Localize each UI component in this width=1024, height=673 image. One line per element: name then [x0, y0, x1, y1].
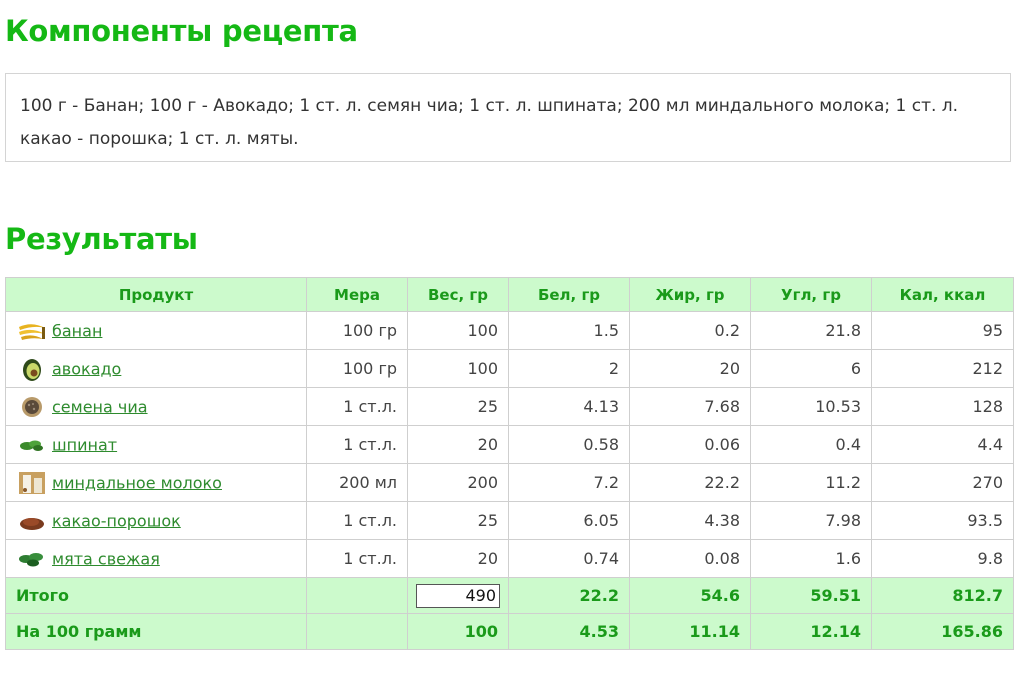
product-link-chia[interactable]: семена чиа	[52, 397, 148, 416]
col-header-carbs: Угл, гр	[750, 277, 872, 312]
per-100g-weight: 100	[407, 613, 509, 650]
recipe-components-heading: Компоненты рецепта	[5, 14, 358, 48]
col-header-weight: Вес, гр	[407, 277, 509, 312]
banana-icon	[16, 319, 48, 343]
mint-icon	[16, 547, 48, 571]
per-100g-carbs: 12.14	[750, 613, 872, 650]
fat-cell: 0.06	[629, 425, 751, 464]
weight-cell: 100	[407, 311, 509, 350]
kcal-cell: 9.8	[871, 539, 1014, 578]
fat-cell: 22.2	[629, 463, 751, 502]
col-header-protein: Бел, гр	[508, 277, 630, 312]
measure-cell: 100 гр	[306, 311, 408, 350]
carbs-cell: 6	[750, 349, 872, 388]
product-link-avocado[interactable]: авокадо	[52, 359, 121, 378]
almond-milk-icon	[16, 471, 48, 495]
per-100g-protein: 4.53	[508, 613, 630, 650]
nutrition-table: Продукт Мера Вес, гр Бел, гр Жир, гр Угл…	[5, 277, 1014, 650]
total-kcal: 812.7	[871, 577, 1014, 614]
avocado-icon	[16, 357, 48, 381]
protein-cell: 0.74	[508, 539, 630, 578]
table-row: авокадо 100 гр 100 2 20 6 212	[5, 349, 1014, 388]
kcal-cell: 95	[871, 311, 1014, 350]
weight-cell: 100	[407, 349, 509, 388]
product-cell: шпинат	[5, 425, 307, 464]
total-weight-input[interactable]	[416, 583, 500, 608]
product-link-spinach[interactable]: шпинат	[52, 435, 117, 454]
per-100g-label: На 100 грамм	[5, 613, 307, 650]
table-row: семена чиа 1 ст.л. 25 4.13 7.68 10.53 12…	[5, 387, 1014, 426]
carbs-cell: 1.6	[750, 539, 872, 578]
kcal-cell: 93.5	[871, 501, 1014, 540]
protein-cell: 1.5	[508, 311, 630, 350]
per-100g-kcal: 165.86	[871, 613, 1014, 650]
weight-cell: 25	[407, 387, 509, 426]
product-link-banana[interactable]: банан	[52, 321, 102, 340]
product-cell: миндальное молоко	[5, 463, 307, 502]
carbs-cell: 10.53	[750, 387, 872, 426]
measure-cell: 100 гр	[306, 349, 408, 388]
weight-cell: 200	[407, 463, 509, 502]
fat-cell: 20	[629, 349, 751, 388]
total-label: Итого	[5, 577, 307, 614]
product-cell: авокадо	[5, 349, 307, 388]
per-100g-row: На 100 грамм 100 4.53 11.14 12.14 165.86	[5, 613, 1014, 650]
kcal-cell: 128	[871, 387, 1014, 426]
chia-seeds-icon	[16, 395, 48, 419]
product-link-almond-milk[interactable]: миндальное молоко	[52, 473, 222, 492]
kcal-cell: 212	[871, 349, 1014, 388]
table-header-row: Продукт Мера Вес, гр Бел, гр Жир, гр Угл…	[5, 277, 1014, 312]
table-row: шпинат 1 ст.л. 20 0.58 0.06 0.4 4.4	[5, 425, 1014, 464]
protein-cell: 4.13	[508, 387, 630, 426]
results-heading: Результаты	[5, 222, 198, 256]
weight-cell: 20	[407, 425, 509, 464]
col-header-product: Продукт	[5, 277, 307, 312]
carbs-cell: 0.4	[750, 425, 872, 464]
table-row: банан 100 гр 100 1.5 0.2 21.8 95	[5, 311, 1014, 350]
fat-cell: 0.2	[629, 311, 751, 350]
carbs-cell: 7.98	[750, 501, 872, 540]
cocoa-powder-icon	[16, 509, 48, 533]
total-row: Итого 22.2 54.6 59.51 812.7	[5, 577, 1014, 614]
measure-cell: 200 мл	[306, 463, 408, 502]
measure-cell: 1 ст.л.	[306, 425, 408, 464]
total-fat: 54.6	[629, 577, 751, 614]
product-cell: банан	[5, 311, 307, 350]
col-header-fat: Жир, гр	[629, 277, 751, 312]
product-link-mint[interactable]: мята свежая	[52, 549, 160, 568]
product-cell: мята свежая	[5, 539, 307, 578]
carbs-cell: 11.2	[750, 463, 872, 502]
carbs-cell: 21.8	[750, 311, 872, 350]
weight-cell: 25	[407, 501, 509, 540]
protein-cell: 0.58	[508, 425, 630, 464]
per-100g-measure-cell	[306, 613, 408, 650]
weight-cell: 20	[407, 539, 509, 578]
protein-cell: 2	[508, 349, 630, 388]
fat-cell: 4.38	[629, 501, 751, 540]
table-row: миндальное молоко 200 мл 200 7.2 22.2 11…	[5, 463, 1014, 502]
total-carbs: 59.51	[750, 577, 872, 614]
table-row: мята свежая 1 ст.л. 20 0.74 0.08 1.6 9.8	[5, 539, 1014, 578]
measure-cell: 1 ст.л.	[306, 539, 408, 578]
total-weight-cell	[407, 577, 509, 614]
measure-cell: 1 ст.л.	[306, 501, 408, 540]
measure-cell: 1 ст.л.	[306, 387, 408, 426]
per-100g-fat: 11.14	[629, 613, 751, 650]
kcal-cell: 270	[871, 463, 1014, 502]
total-measure-cell	[306, 577, 408, 614]
total-protein: 22.2	[508, 577, 630, 614]
kcal-cell: 4.4	[871, 425, 1014, 464]
product-cell: семена чиа	[5, 387, 307, 426]
recipe-components-text: 100 г - Банан; 100 г - Авокадо; 1 ст. л.…	[5, 73, 1011, 162]
fat-cell: 7.68	[629, 387, 751, 426]
protein-cell: 6.05	[508, 501, 630, 540]
col-header-kcal: Кал, ккал	[871, 277, 1014, 312]
product-cell: какао-порошок	[5, 501, 307, 540]
table-row: какао-порошок 1 ст.л. 25 6.05 4.38 7.98 …	[5, 501, 1014, 540]
fat-cell: 0.08	[629, 539, 751, 578]
col-header-measure: Мера	[306, 277, 408, 312]
spinach-icon	[16, 433, 48, 457]
protein-cell: 7.2	[508, 463, 630, 502]
product-link-cocoa[interactable]: какао-порошок	[52, 511, 181, 530]
